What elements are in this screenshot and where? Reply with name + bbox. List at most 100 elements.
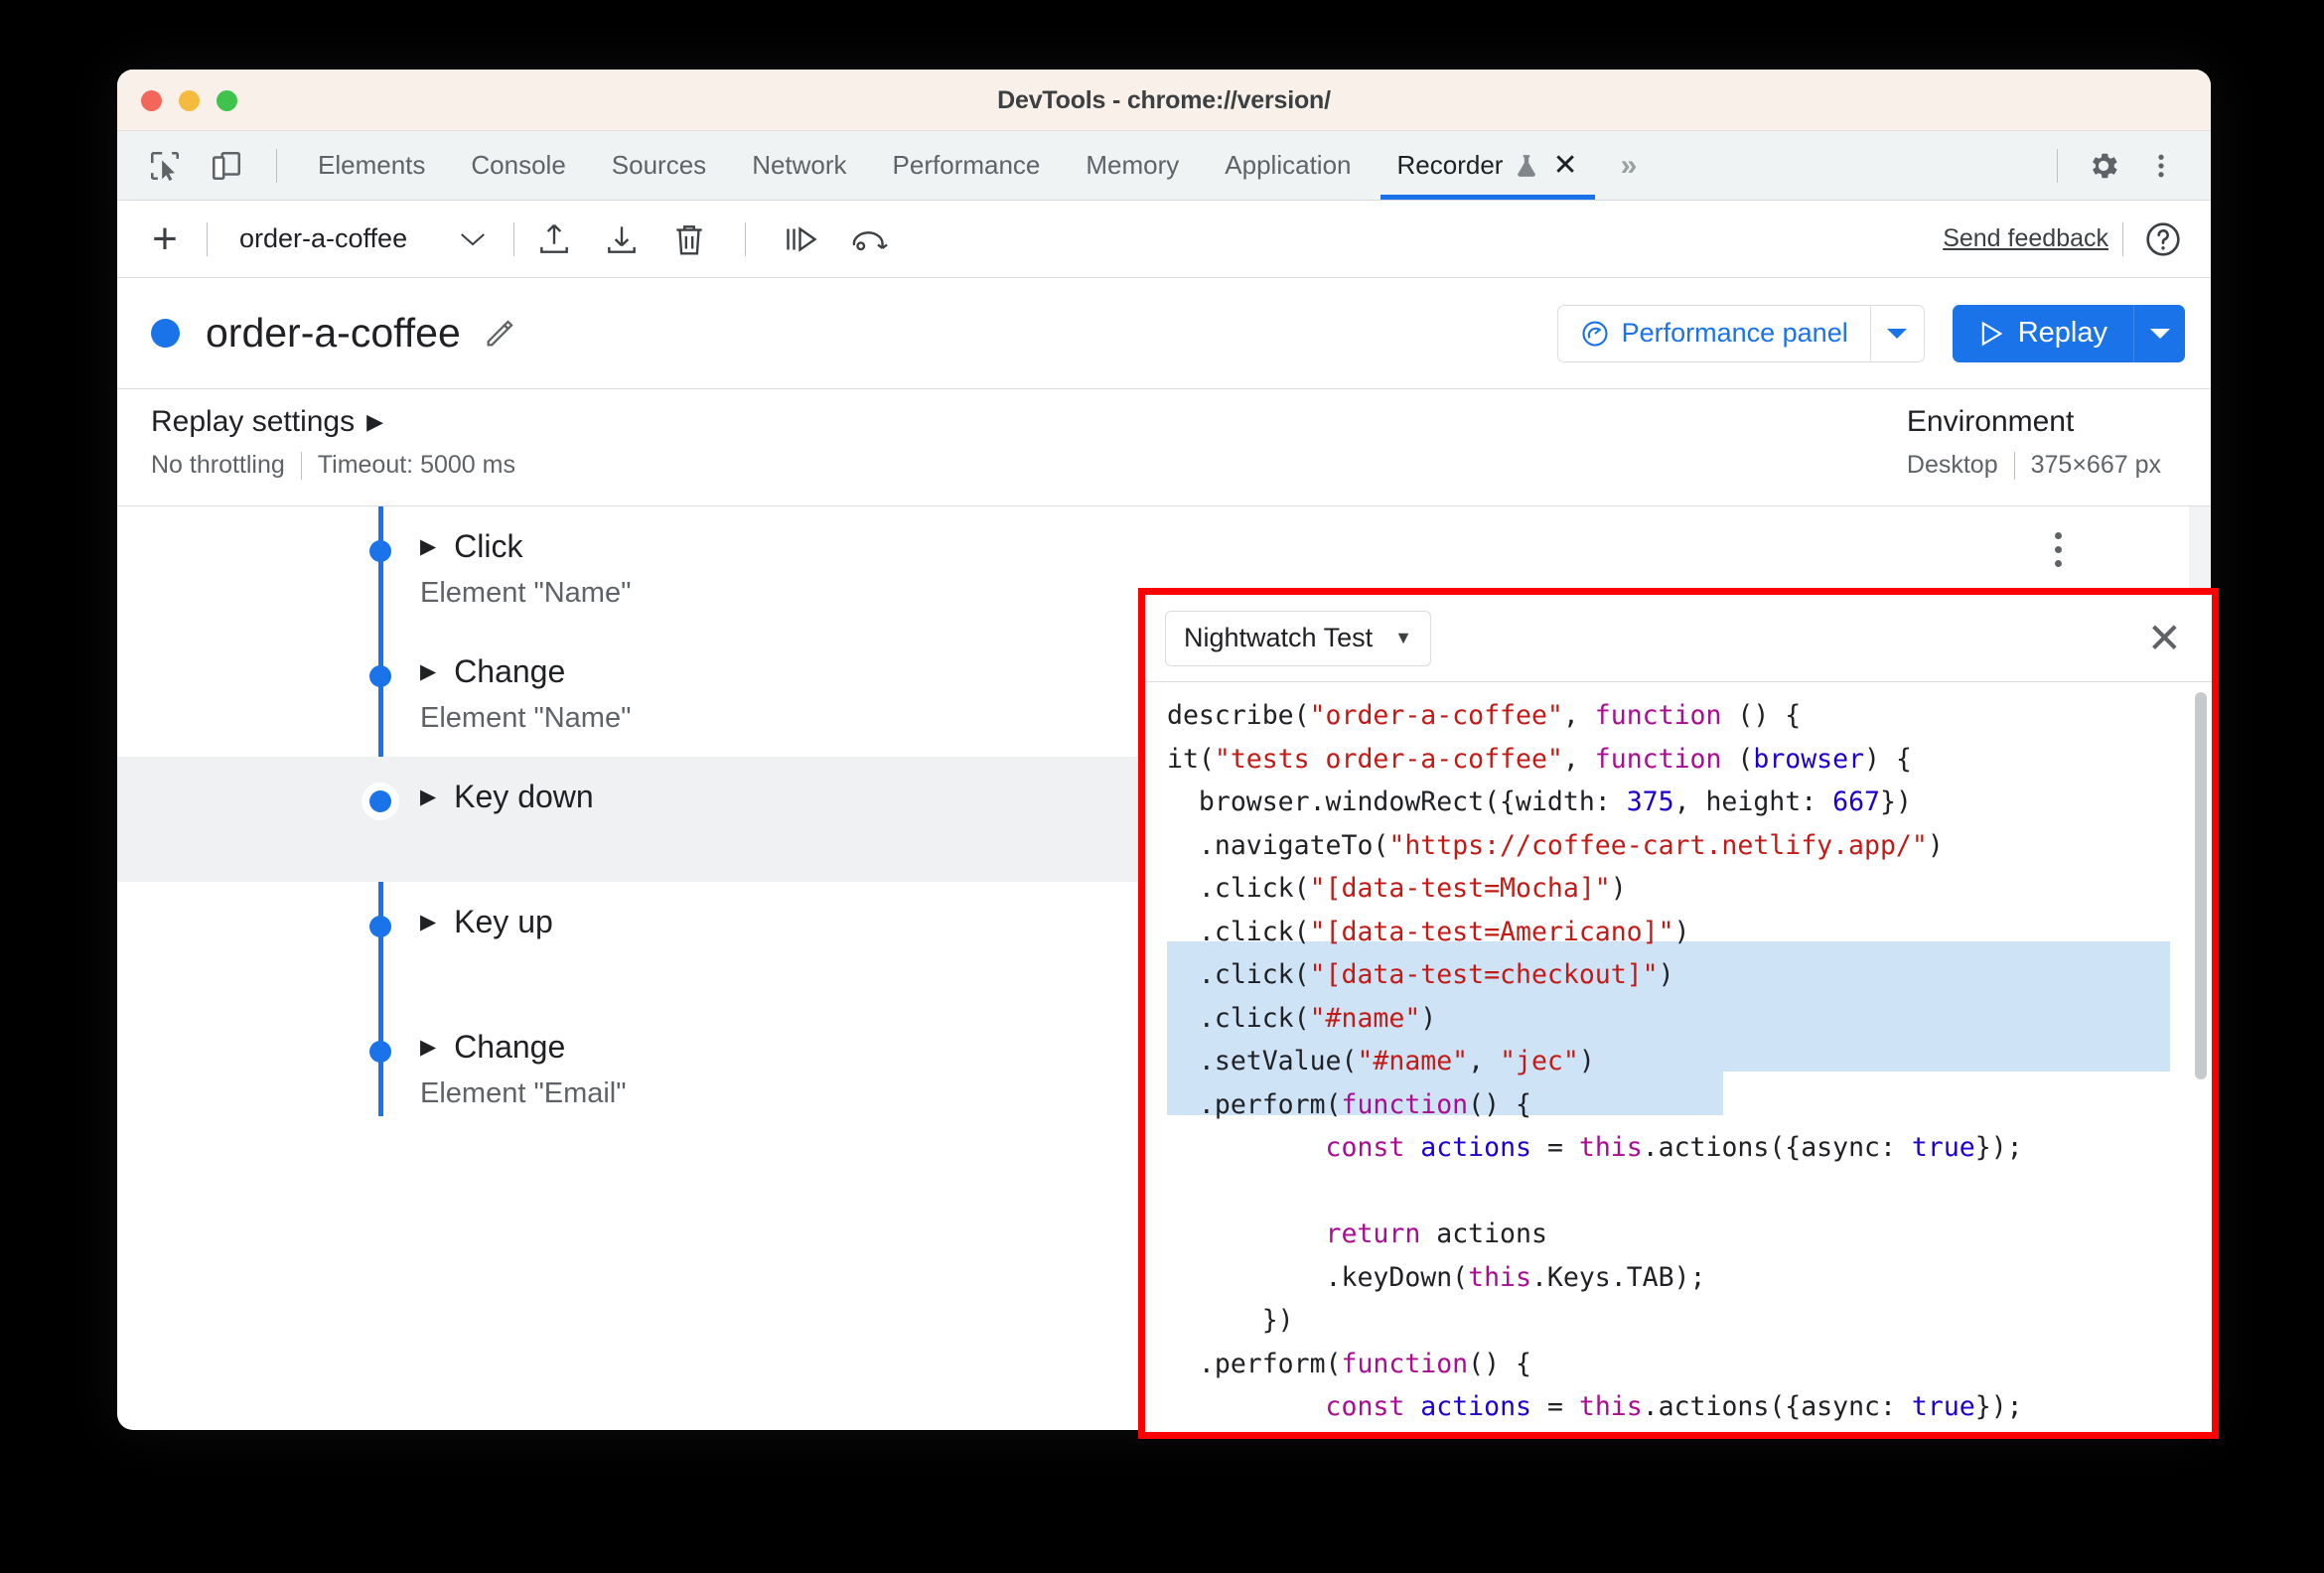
generated-code-panel: Nightwatch Test ▼ ✕ describe("order-a-co… <box>1138 588 2219 1439</box>
environment-label: Environment <box>1906 405 2075 438</box>
expand-triangle-icon[interactable]: ▶ <box>420 1037 436 1058</box>
timeline-node <box>369 916 391 937</box>
step-content: ▶ Key down <box>420 779 594 815</box>
step-content: ▶ Key up <box>420 904 553 940</box>
recording-status-dot <box>151 319 180 348</box>
step-content: ▶ Change Element "Name" <box>420 653 631 735</box>
tab-label: Sources <box>611 150 707 180</box>
environment-values: Desktop 375×667 px <box>1907 451 2177 480</box>
tab-memory[interactable]: Memory <box>1063 131 1202 200</box>
environment-column: Environment Desktop 375×667 px <box>1907 405 2177 480</box>
language-select-value: Nightwatch Test <box>1184 623 1374 652</box>
tabbar-right-divider <box>2057 148 2058 183</box>
replay-settings-toggle[interactable]: Replay settings ▶ <box>151 405 531 439</box>
recording-selector-label: order-a-coffee <box>239 223 408 253</box>
replay-label: Replay <box>2017 317 2107 349</box>
tab-label: Elements <box>318 150 426 180</box>
rec-toolbar-divider-2 <box>513 221 514 256</box>
step-title-row: ▶ Change <box>420 1029 627 1066</box>
caret-down-icon: ▼ <box>1394 628 1412 647</box>
device-toolbar-icon[interactable] <box>201 140 252 192</box>
replay-dropdown[interactable] <box>2133 304 2185 362</box>
step-title: Key up <box>454 904 553 939</box>
replay-settings-column: Replay settings ▶ No throttling Timeout:… <box>151 405 531 480</box>
throttling-value: No throttling <box>151 451 285 479</box>
help-icon[interactable] <box>2137 214 2189 265</box>
timeline-node <box>369 665 391 687</box>
performance-panel-button[interactable]: Performance panel <box>1556 304 1871 362</box>
replay-button[interactable]: Replay <box>1952 304 2133 362</box>
expand-triangle-icon[interactable]: ▶ <box>420 912 436 932</box>
recording-header-actions: Performance panel Replay <box>1556 304 2185 362</box>
replay-settings-strip: Replay settings ▶ No throttling Timeout:… <box>117 389 2211 506</box>
step-title: Click <box>454 528 523 564</box>
recorder-actions <box>528 214 895 265</box>
flask-icon <box>1514 152 1539 180</box>
performance-panel-split-button: Performance panel <box>1556 304 1925 362</box>
step-title-row: ▶ Key down <box>420 779 594 815</box>
panel-tabs: Elements Console Sources Network Perform… <box>295 131 1657 200</box>
recording-selector[interactable]: order-a-coffee <box>221 223 500 254</box>
tab-label: Recorder <box>1396 150 1504 180</box>
toolbar-divider <box>276 148 277 183</box>
send-feedback-link[interactable]: Send feedback <box>1943 224 2108 253</box>
chevron-down-icon <box>458 229 500 249</box>
performance-panel-label: Performance panel <box>1621 318 1848 348</box>
inspect-element-icon[interactable] <box>139 140 191 192</box>
step-menu-icon[interactable] <box>2055 532 2062 567</box>
expand-triangle-icon[interactable]: ▶ <box>420 786 436 807</box>
code-panel-header: Nightwatch Test ▼ ✕ <box>1145 595 2212 682</box>
window-titlebar: DevTools - chrome://version/ <box>117 70 2211 131</box>
tab-elements[interactable]: Elements <box>295 131 448 200</box>
tabbar-right-tools <box>2043 131 2211 200</box>
recording-header: order-a-coffee Performance panel Replay <box>117 278 2211 389</box>
tab-console[interactable]: Console <box>448 131 588 200</box>
step-over-icon[interactable] <box>776 214 827 265</box>
expand-triangle-icon[interactable]: ▶ <box>420 536 436 557</box>
replay-split-button: Replay <box>1952 304 2185 362</box>
step-content: ▶ Change Element "Email" <box>420 1029 627 1110</box>
new-recording-button[interactable]: + <box>137 216 193 260</box>
rec-toolbar-divider-4 <box>2122 221 2123 256</box>
tab-label: Network <box>752 150 847 180</box>
export-icon[interactable] <box>528 214 580 265</box>
expand-triangle-icon[interactable]: ▶ <box>420 661 436 682</box>
code-text: describe("order-a-coffee", function () {… <box>1167 700 2023 1422</box>
step-subtitle: Element "Name" <box>420 702 632 734</box>
kebab-menu-icon[interactable] <box>2135 140 2187 192</box>
code-view[interactable]: describe("order-a-coffee", function () {… <box>1145 682 2212 1432</box>
step-title: Change <box>454 1029 566 1065</box>
timeline-node <box>369 540 391 562</box>
tabbar-left-tools <box>117 131 291 200</box>
step-title: Key down <box>454 779 594 814</box>
tab-label: Memory <box>1086 150 1180 180</box>
close-recorder-tab-icon[interactable]: ✕ <box>1552 150 1577 181</box>
tab-sources[interactable]: Sources <box>589 131 729 200</box>
timeline-node <box>369 1041 391 1063</box>
tab-performance[interactable]: Performance <box>870 131 1064 200</box>
performance-panel-dropdown[interactable] <box>1870 304 1925 362</box>
rec-toolbar-divider-1 <box>207 221 208 256</box>
import-icon[interactable] <box>596 214 648 265</box>
trash-icon[interactable] <box>663 214 715 265</box>
tab-recorder[interactable]: Recorder ✕ <box>1375 131 1601 200</box>
more-tabs-icon[interactable]: » <box>1601 131 1658 200</box>
replay-settings-label: Replay settings <box>151 405 356 438</box>
devtools-tabbar: Elements Console Sources Network Perform… <box>117 131 2211 201</box>
tab-network[interactable]: Network <box>729 131 869 200</box>
feedback-group: Send feedback <box>1943 214 2189 265</box>
pencil-icon[interactable] <box>483 317 516 351</box>
rec-toolbar-divider-3 <box>745 221 746 256</box>
play-triangle-icon <box>1978 320 2004 348</box>
timeout-value: Timeout: 5000 ms <box>317 451 515 479</box>
step-title-row: ▶ Click <box>420 528 631 565</box>
close-code-panel-icon[interactable]: ✕ <box>2147 617 2192 659</box>
tab-application[interactable]: Application <box>1202 131 1374 200</box>
tab-label: Console <box>471 150 566 180</box>
replay-speed-icon[interactable] <box>843 214 895 265</box>
gear-icon[interactable] <box>2078 140 2129 192</box>
step-title-row: ▶ Key up <box>420 904 553 940</box>
language-select[interactable]: Nightwatch Test ▼ <box>1165 610 1431 666</box>
tab-label: Application <box>1225 150 1352 180</box>
viewport-value: 375×667 px <box>2030 451 2161 479</box>
